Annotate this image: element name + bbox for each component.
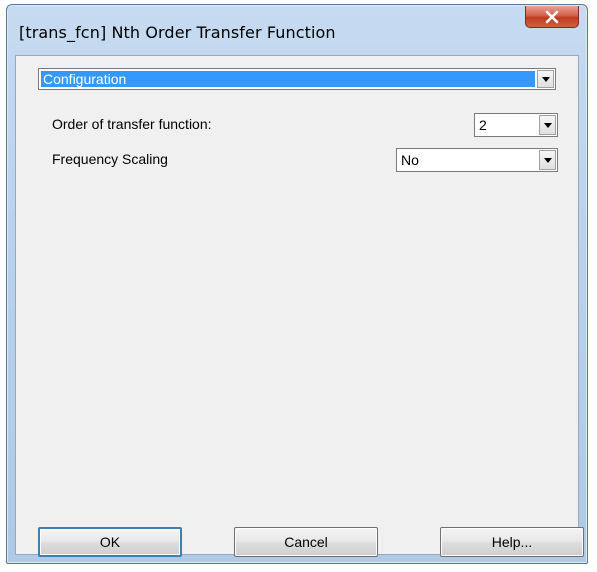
dialog-window: [trans_fcn] Nth Order Transfer Function … — [6, 4, 588, 564]
dropdown-arrow-icon[interactable] — [539, 115, 556, 135]
dropdown-arrow-icon[interactable] — [539, 150, 556, 170]
frequency-scaling-dropdown-value: No — [401, 152, 419, 168]
help-button[interactable]: Help... — [440, 527, 584, 557]
dropdown-arrow-icon[interactable] — [537, 70, 554, 88]
close-button[interactable] — [525, 6, 579, 28]
section-dropdown[interactable]: Configuration — [38, 68, 556, 90]
dialog-client-area: Configuration Order of transfer function… — [15, 55, 584, 557]
window-title: [trans_fcn] Nth Order Transfer Function — [19, 23, 336, 42]
order-dropdown-value: 2 — [479, 117, 487, 133]
ok-button[interactable]: OK — [38, 527, 182, 557]
order-label: Order of transfer function: — [52, 116, 212, 132]
cancel-button[interactable]: Cancel — [234, 527, 378, 557]
section-dropdown-value: Configuration — [41, 71, 535, 87]
order-dropdown[interactable]: 2 — [474, 113, 558, 137]
close-x-icon — [545, 10, 559, 23]
frequency-scaling-label: Frequency Scaling — [52, 151, 168, 167]
frequency-scaling-dropdown[interactable]: No — [396, 148, 558, 172]
